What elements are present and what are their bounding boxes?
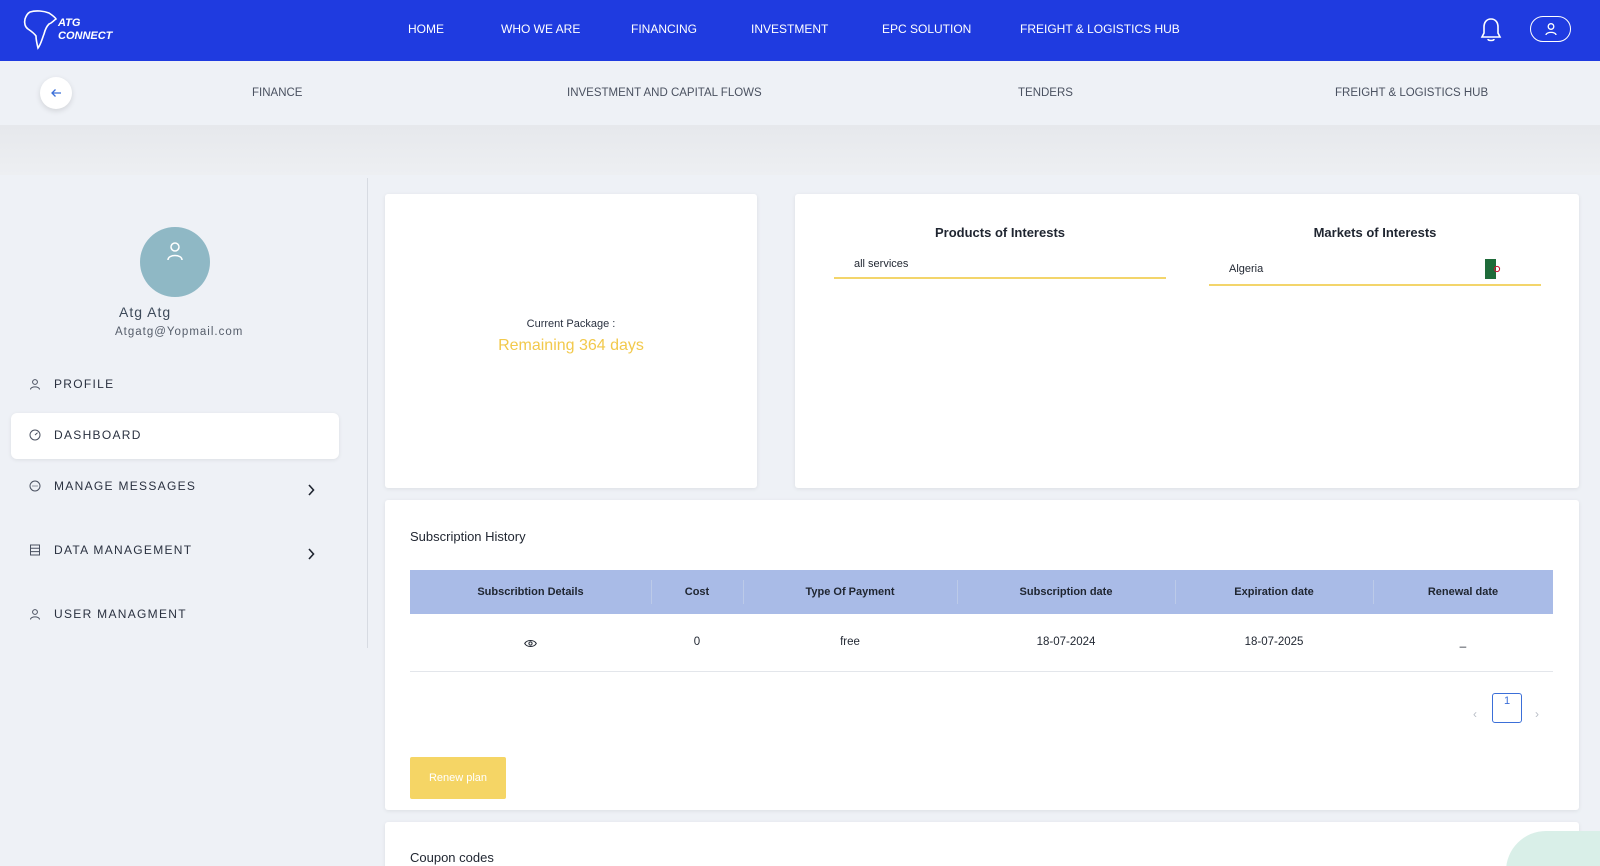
subscription-title: Subscription History bbox=[410, 529, 526, 544]
nav-who-we-are[interactable]: WHO WE ARE bbox=[501, 22, 580, 36]
markets-value: Algeria bbox=[1229, 263, 1264, 275]
sub-navbar: FINANCE INVESTMENT AND CAPITAL FLOWS TEN… bbox=[0, 61, 1600, 125]
sidebar-item-label: USER MANAGMENT bbox=[54, 607, 187, 621]
subscription-table-header: Subscribtion Details Cost Type Of Paymen… bbox=[410, 570, 1553, 614]
nav-epc-solution[interactable]: EPC SOLUTION bbox=[882, 22, 971, 36]
coupon-title: Coupon codes bbox=[410, 850, 494, 865]
remaining-days: Remaining 364 days bbox=[498, 337, 644, 354]
back-button[interactable] bbox=[40, 77, 72, 109]
cost-cell: 0 bbox=[693, 636, 701, 648]
subnav-finance[interactable]: FINANCE bbox=[252, 87, 302, 99]
decorative-band bbox=[0, 125, 1600, 175]
top-navbar: ATG CONNECT HOME WHO WE ARE FINANCING IN… bbox=[0, 0, 1600, 61]
column-header: Expiration date bbox=[1234, 586, 1314, 598]
expiration-date-cell: 18-07-2025 bbox=[1244, 636, 1304, 648]
chevron-right-icon bbox=[308, 548, 315, 560]
renew-plan-button[interactable]: Renew plan bbox=[410, 757, 506, 799]
subnav-freight-logistics-hub[interactable]: FREIGHT & LOGISTICS HUB bbox=[1335, 87, 1488, 99]
account-button[interactable] bbox=[1530, 16, 1571, 42]
nav-home[interactable]: HOME bbox=[408, 22, 444, 36]
nav-financing[interactable]: FINANCING bbox=[631, 22, 697, 36]
user-icon bbox=[1545, 23, 1557, 36]
database-icon bbox=[30, 544, 40, 556]
main-nav: HOME WHO WE ARE FINANCING INVESTMENT EPC… bbox=[0, 0, 1600, 61]
table-row: 0 free 18-07-2024 18-07-2025 _ bbox=[410, 614, 1553, 672]
chevron-right-icon bbox=[308, 484, 315, 496]
sidebar-item-label: DASHBOARD bbox=[54, 428, 142, 442]
sidebar-item-label: DATA MANAGEMENT bbox=[54, 543, 193, 557]
sidebar: Atg Atg Atgatg@Yopmail.com PROFILE DASHB… bbox=[0, 178, 368, 648]
user-name: Atg Atg bbox=[119, 304, 172, 320]
markets-field[interactable]: Algeria bbox=[1209, 252, 1541, 286]
sidebar-item-data-management[interactable]: DATA MANAGEMENT bbox=[11, 528, 339, 574]
subnav-investment-capital-flows[interactable]: INVESTMENT AND CAPITAL FLOWS bbox=[567, 87, 762, 99]
sidebar-item-dashboard[interactable]: DASHBOARD bbox=[11, 413, 339, 459]
pagination-next-icon[interactable]: › bbox=[1535, 707, 1539, 721]
sidebar-item-manage-messages[interactable]: MANAGE MESSAGES bbox=[11, 464, 339, 510]
column-header: Renewal date bbox=[1427, 586, 1499, 598]
products-value: all services bbox=[854, 258, 909, 270]
subnav-tenders[interactable]: TENDERS bbox=[1018, 87, 1073, 99]
package-card: Current Package : Remaining 364 days bbox=[385, 194, 757, 488]
eye-icon[interactable] bbox=[524, 639, 537, 648]
markets-title: Markets of Interests bbox=[1313, 225, 1437, 240]
column-header: Cost bbox=[684, 586, 710, 598]
arrow-left-icon bbox=[51, 89, 61, 97]
algeria-flag-icon bbox=[1485, 259, 1501, 279]
coupon-codes-card: Coupon codes bbox=[385, 822, 1579, 866]
message-icon bbox=[29, 480, 41, 492]
column-header: Subscribtion Details bbox=[477, 586, 584, 598]
user-icon bbox=[30, 379, 40, 390]
pagination-page[interactable]: 1 bbox=[1492, 693, 1522, 723]
user-email: Atgatg@Yopmail.com bbox=[115, 326, 244, 338]
subscription-date-cell: 18-07-2024 bbox=[1036, 636, 1096, 648]
column-header: Subscription date bbox=[1019, 586, 1113, 598]
avatar[interactable] bbox=[140, 227, 210, 297]
payment-type-cell: free bbox=[840, 636, 860, 648]
sidebar-item-label: PROFILE bbox=[54, 377, 115, 391]
subscription-history-card: Subscription History Subscribtion Detail… bbox=[385, 500, 1579, 810]
user-icon bbox=[167, 242, 183, 261]
products-field[interactable]: all services bbox=[834, 249, 1166, 279]
renewal-date-cell: _ bbox=[1459, 636, 1467, 648]
sidebar-item-user-management[interactable]: USER MANAGMENT bbox=[11, 592, 339, 638]
user-icon bbox=[30, 609, 40, 620]
sidebar-item-profile[interactable]: PROFILE bbox=[11, 362, 339, 408]
column-header: Type Of Payment bbox=[805, 586, 895, 598]
sidebar-item-label: MANAGE MESSAGES bbox=[54, 479, 197, 493]
nav-investment[interactable]: INVESTMENT bbox=[751, 22, 828, 36]
pagination-prev-icon[interactable]: ‹ bbox=[1473, 707, 1477, 721]
nav-freight-logistics-hub[interactable]: FREIGHT & LOGISTICS HUB bbox=[1020, 22, 1180, 36]
current-package-label: Current Package : bbox=[526, 318, 616, 330]
dashboard-icon bbox=[29, 429, 41, 441]
products-title: Products of Interests bbox=[934, 225, 1066, 240]
bell-icon[interactable] bbox=[1479, 16, 1503, 44]
interests-card: Products of Interests all services Marke… bbox=[795, 194, 1579, 488]
